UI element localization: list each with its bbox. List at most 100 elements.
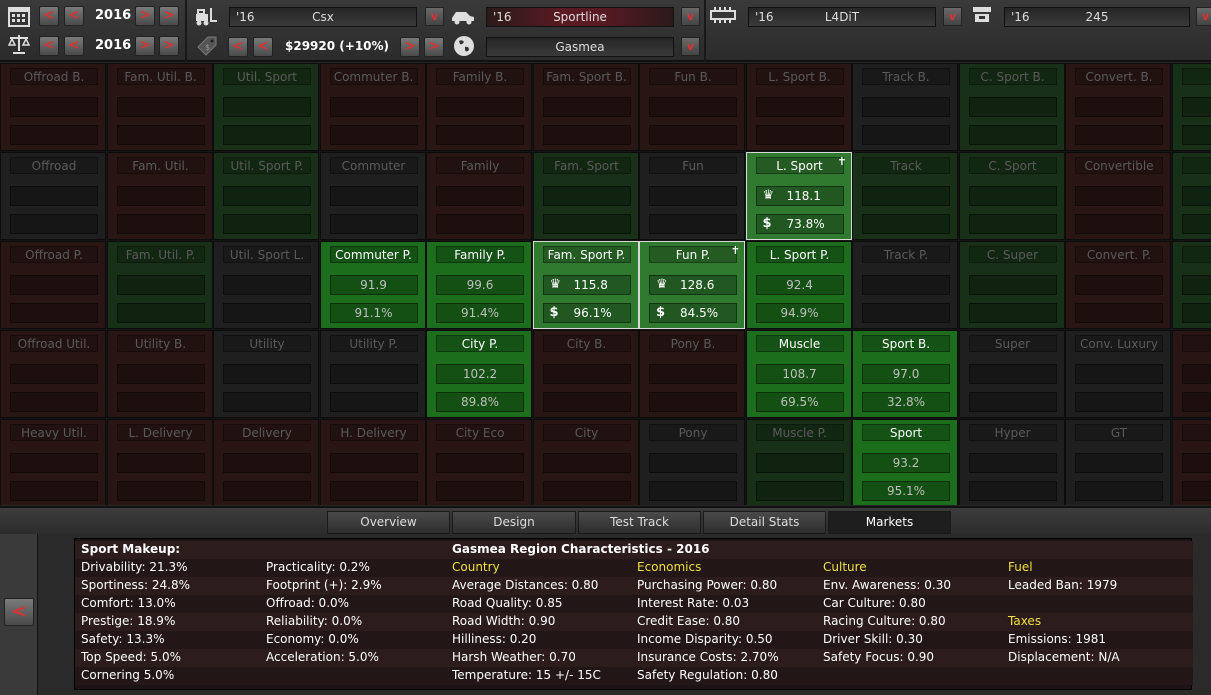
segment-cell[interactable]: Utility	[213, 330, 319, 418]
segment-fit	[329, 392, 418, 412]
pin-icon[interactable]: ✝	[837, 155, 846, 168]
segment-cell[interactable]: Commuter P. 91.9 91.1%	[319, 241, 426, 329]
makeup-stat: Acceleration: 5.0%	[266, 650, 379, 664]
segment-cell[interactable]: Fun P. ♛ 128.6 $84.5% ✝	[639, 241, 745, 329]
price-increase-button[interactable]: >	[400, 37, 420, 57]
segment-cell[interactable]: Pony	[639, 419, 745, 505]
segment-cell[interactable]: C. Super	[958, 241, 1065, 329]
segment-score	[755, 97, 844, 117]
segment-cell[interactable]: Sport 93.2 95.1%	[852, 419, 958, 505]
year-next-fast-button[interactable]: >	[159, 6, 179, 26]
segment-cell[interactable]	[1171, 419, 1211, 505]
tab-markets[interactable]: Markets	[828, 511, 951, 534]
segment-title: Offroad	[10, 157, 98, 174]
segment-cell[interactable]: Utility P.	[319, 330, 426, 418]
segment-cell[interactable]: Utility B.	[106, 330, 213, 418]
segment-cell[interactable]: L. Sport P. 92.4 94.9%	[745, 241, 852, 329]
segment-cell[interactable]: Offroad	[0, 152, 106, 240]
segment-cell[interactable]: Family	[426, 152, 532, 240]
segment-cell[interactable]	[1171, 241, 1211, 329]
compare-year-prev-button[interactable]: <	[64, 36, 84, 56]
segment-cell[interactable]: Util. Sport L.	[213, 241, 319, 329]
price-decrease-fast-button[interactable]: <	[228, 37, 248, 57]
segment-cell[interactable]: L. Sport ♛ 118.1 $73.8% ✝	[745, 152, 852, 240]
tab-overview[interactable]: Overview	[327, 511, 450, 534]
segment-cell[interactable]: Fam. Util. B.	[106, 63, 213, 151]
segment-title: Family	[436, 157, 524, 174]
segment-cell[interactable]: P	[1171, 152, 1211, 240]
segment-cell[interactable]: Heavy Util.	[0, 419, 106, 505]
engine-variant-icon	[969, 5, 995, 29]
segment-cell[interactable]: City	[532, 419, 639, 505]
back-button[interactable]: <	[4, 598, 34, 626]
engine-dropdown-button[interactable]: v	[943, 7, 962, 26]
segment-cell[interactable]: Family P. 99.6 91.4%	[426, 241, 532, 329]
segment-cell[interactable]: Offroad P.	[0, 241, 106, 329]
variant-select[interactable]: '16 245	[1004, 7, 1190, 27]
segment-cell[interactable]: Hyper	[958, 419, 1065, 505]
segment-cell[interactable]: Super	[958, 330, 1065, 418]
segment-cell[interactable]: L. Sport B.	[745, 63, 852, 151]
segment-cell[interactable]: H. Delivery	[319, 419, 426, 505]
compare-year-prev-fast-button[interactable]: <	[39, 36, 59, 56]
segment-cell[interactable]: Track B.	[852, 63, 958, 151]
year-prev-button[interactable]: <	[64, 6, 84, 26]
segment-cell[interactable]: Fun	[639, 152, 745, 240]
segment-cell[interactable]: Offroad B.	[0, 63, 106, 151]
segment-cell[interactable]: Commuter	[319, 152, 426, 240]
segment-title: Offroad Util.	[10, 335, 98, 352]
segment-cell[interactable]: Fam. Sport	[532, 152, 639, 240]
segment-cell[interactable]: Delivery	[213, 419, 319, 505]
compare-year-next-fast-button[interactable]: >	[159, 36, 179, 56]
segment-cell[interactable]: Track P.	[852, 241, 958, 329]
segment-cell[interactable]: Fam. Util.	[106, 152, 213, 240]
year-prev-fast-button[interactable]: <	[39, 6, 59, 26]
segment-cell[interactable]: Commuter B.	[319, 63, 426, 151]
segment-cell[interactable]: Fam. Sport B.	[532, 63, 639, 151]
segment-cell[interactable]: Fam. Sport P. ♛ 115.8 $96.1%	[532, 241, 639, 329]
segment-fit: 69.5%	[755, 392, 844, 412]
chassis-dropdown-button[interactable]: v	[425, 7, 444, 26]
segment-cell[interactable]: City P. 102.2 89.8%	[426, 330, 532, 418]
segment-cell[interactable]: Convertible	[1065, 152, 1171, 240]
segment-cell[interactable]: C. Sport	[958, 152, 1065, 240]
score-value: 128.6	[680, 278, 715, 292]
compare-year-next-button[interactable]: >	[135, 36, 155, 56]
segment-cell[interactable]: City Eco	[426, 419, 532, 505]
segment-cell[interactable]: Fun B.	[639, 63, 745, 151]
segment-cell[interactable]: Track	[852, 152, 958, 240]
model-dropdown-button[interactable]: v	[681, 7, 700, 26]
segment-cell[interactable]: Family B.	[426, 63, 532, 151]
segment-cell[interactable]: Muscle P.	[745, 419, 852, 505]
segment-cell[interactable]: Pony B.	[639, 330, 745, 418]
variant-dropdown-button[interactable]: v	[1196, 7, 1211, 26]
segment-cell[interactable]: Sport B. 97.0 32.8%	[852, 330, 958, 418]
segment-cell[interactable]: Pr	[1171, 63, 1211, 151]
engine-select[interactable]: '16 L4DiT	[748, 7, 936, 27]
segment-cell[interactable]: City B.	[532, 330, 639, 418]
pin-icon[interactable]: ✝	[731, 244, 740, 257]
tab-detail-stats[interactable]: Detail Stats	[703, 511, 826, 534]
price-increase-fast-button[interactable]: >	[424, 37, 444, 57]
segment-cell[interactable]: GT	[1065, 419, 1171, 505]
year-next-button[interactable]: >	[135, 6, 155, 26]
segment-cell[interactable]: Lu	[1171, 330, 1211, 418]
segment-cell[interactable]: Conv. Luxury	[1065, 330, 1171, 418]
price-decrease-button[interactable]: <	[253, 37, 273, 57]
segment-cell[interactable]: Util. Sport P.	[213, 152, 319, 240]
segment-cell[interactable]: C. Sport B.	[958, 63, 1065, 151]
segment-cell[interactable]: Fam. Util. P.	[106, 241, 213, 329]
region-select[interactable]: Gasmea	[486, 37, 674, 57]
tab-test-track[interactable]: Test Track	[578, 511, 701, 534]
model-select[interactable]: '16 Sportline	[486, 7, 674, 27]
segment-cell[interactable]: Convert. P.	[1065, 241, 1171, 329]
segment-cell[interactable]: Util. Sport	[213, 63, 319, 151]
segment-cell[interactable]: Convert. B.	[1065, 63, 1171, 151]
segment-cell[interactable]: Muscle 108.7 69.5%	[745, 330, 852, 418]
region-dropdown-button[interactable]: v	[681, 37, 700, 56]
tab-design[interactable]: Design	[452, 511, 576, 534]
chassis-select[interactable]: '16 Csx	[229, 7, 417, 27]
segment-title: Fam. Util. B.	[116, 68, 205, 85]
segment-cell[interactable]: L. Delivery	[106, 419, 213, 505]
segment-cell[interactable]: Offroad Util.	[0, 330, 106, 418]
